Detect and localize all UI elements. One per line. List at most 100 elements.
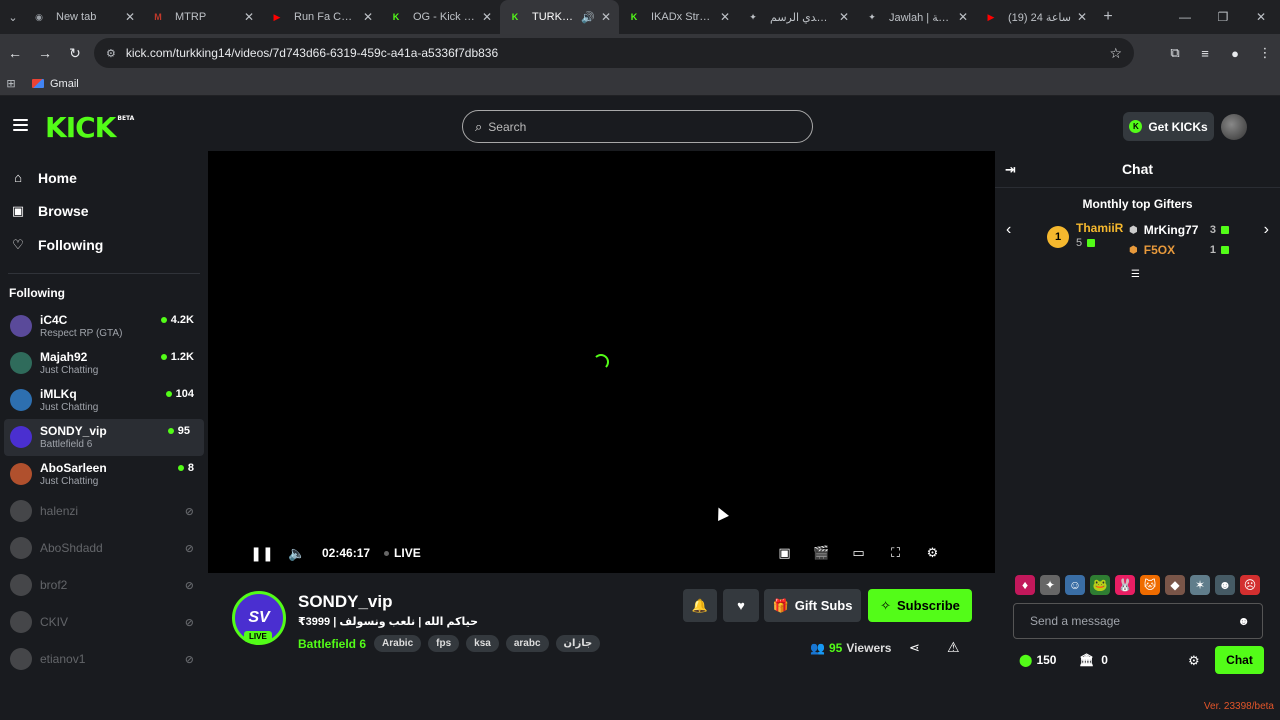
gift-subs-button[interactable]: 🎁 Gift Subs — [764, 589, 861, 622]
tab-close-icon[interactable]: ✕ — [1077, 10, 1087, 24]
mini-player-icon[interactable]: ▣ — [766, 545, 803, 561]
sidebar-nav-home[interactable]: ⌂ Home — [0, 161, 208, 195]
streamer-name[interactable]: SONDY_vip — [298, 592, 392, 612]
tab-close-icon[interactable]: ✕ — [839, 10, 849, 24]
expand-gifters-icon[interactable]: ☰ — [1131, 269, 1140, 280]
offline-channel[interactable]: brof2 ⊘ — [0, 567, 208, 604]
bookmark-gmail[interactable]: Gmail — [32, 78, 79, 90]
chevron-left-icon[interactable]: ‹ — [1006, 221, 1011, 239]
emote-icon[interactable]: 🐸 — [1090, 575, 1110, 595]
get-kicks-button[interactable]: K Get KICKs — [1123, 112, 1214, 141]
live-indicator[interactable]: LIVE — [384, 546, 421, 560]
stream-tag[interactable]: جازان — [555, 635, 601, 652]
followed-channel[interactable]: AboSarleen Just Chatting 8 — [0, 456, 208, 493]
user-avatar[interactable] — [1221, 114, 1247, 140]
followed-channel[interactable]: SONDY_vip Battlefield 6 95 — [4, 418, 204, 456]
bookmark-star-icon[interactable]: ☆ — [1109, 45, 1122, 62]
fullscreen-icon[interactable]: ⛶ — [877, 545, 914, 561]
browser-tab[interactable]: K TURKking 🔊 ✕ — [500, 0, 619, 34]
offline-channel[interactable]: etianov1 ⊘ — [0, 641, 208, 678]
stream-tag[interactable]: fps — [428, 635, 460, 652]
emote-icon[interactable]: ☺ — [1065, 575, 1085, 595]
tab-close-icon[interactable]: ✕ — [244, 10, 254, 24]
emote-icon[interactable]: ♦ — [1015, 575, 1035, 595]
tab-search-icon[interactable]: ⌄ — [2, 6, 24, 28]
chat-settings-icon[interactable]: ⚙ — [1188, 653, 1200, 669]
stream-tag[interactable]: arabc — [505, 635, 549, 652]
stream-tag[interactable]: Arabic — [374, 635, 422, 652]
video-player[interactable]: ❚❚ 🔈 02:46:17 LIVE ▣ 🎬 ▭ ⛶ ⚙ — [208, 151, 995, 573]
pause-icon[interactable]: ❚❚ — [242, 545, 282, 562]
emote-icon[interactable]: 🐰 — [1115, 575, 1135, 595]
forward-icon[interactable]: → — [30, 45, 60, 61]
reload-icon[interactable]: ↻ — [60, 45, 90, 62]
tab-close-icon[interactable]: ✕ — [720, 10, 730, 24]
browser-tab[interactable]: ◉ New tab ✕ — [24, 0, 143, 34]
followed-channel[interactable]: iMLKq Just Chatting 104 — [0, 382, 208, 419]
stream-category[interactable]: Battlefield 6 — [298, 637, 366, 651]
share-icon[interactable]: ⋖ — [909, 640, 920, 656]
browser-tab[interactable]: M MTRP ✕ — [143, 0, 262, 34]
channel-points[interactable]: ⬤ 150 — [1019, 653, 1056, 667]
menu-hamburger-icon[interactable] — [13, 119, 28, 131]
second-gifter[interactable]: ⬢ MrKing77 3 — [1129, 223, 1229, 237]
emote-icon[interactable]: 🐱 — [1140, 575, 1160, 595]
maximize-icon[interactable]: ❐ — [1204, 0, 1242, 34]
inventory[interactable]: 🏛 0 — [1079, 653, 1108, 667]
notification-bell-button[interactable]: 🔔 — [683, 589, 717, 622]
emoji-picker-icon[interactable]: ☻ — [1237, 614, 1250, 628]
new-tab-button[interactable]: + — [1095, 8, 1121, 26]
tab-close-icon[interactable]: ✕ — [482, 10, 492, 24]
collapse-chat-icon[interactable]: ⇥ — [1005, 162, 1016, 178]
tab-close-icon[interactable]: ✕ — [125, 10, 135, 24]
followed-channel[interactable]: iC4C Respect RP (GTA) 4.2K — [0, 308, 208, 345]
settings-gear-icon[interactable]: ⚙ — [914, 545, 951, 561]
sidebar-nav-browse[interactable]: ▣ Browse — [0, 195, 208, 229]
chat-message-input[interactable]: Send a message ☻ — [1013, 603, 1263, 639]
volume-icon[interactable]: 🔈 — [282, 545, 312, 562]
search-input[interactable]: ⌕ Search — [462, 110, 813, 143]
browser-tab[interactable]: ▶ Run Fa Cover ✕ — [262, 0, 381, 34]
report-icon[interactable]: ⚠ — [947, 639, 960, 656]
menu-icon[interactable]: ⋮ — [1250, 45, 1280, 61]
offline-channel[interactable]: CKIV ⊘ — [0, 604, 208, 641]
tab-close-icon[interactable]: ✕ — [958, 10, 968, 24]
browser-tab[interactable]: ▶ (19) 24 ساعة ✕ — [976, 0, 1095, 34]
close-window-icon[interactable]: ✕ — [1242, 0, 1280, 34]
browser-tab[interactable]: K IKADx Stream ✕ — [619, 0, 738, 34]
emote-icon[interactable]: ✶ — [1190, 575, 1210, 595]
profile-icon[interactable]: ● — [1220, 46, 1250, 61]
browser-tab[interactable]: ✦ Jawlah | جولة ✕ — [857, 0, 976, 34]
followed-channel[interactable]: Majah92 Just Chatting 1.2K — [0, 345, 208, 382]
kick-logo[interactable]: KICK BETA — [45, 111, 134, 144]
browser-tab[interactable]: K OG - Kick Da ✕ — [381, 0, 500, 34]
tab-close-icon[interactable]: ✕ — [363, 10, 373, 24]
offline-channel[interactable]: halenzi ⊘ — [0, 493, 208, 530]
tab-close-icon[interactable]: ✕ — [601, 10, 611, 24]
sidebar-nav-following[interactable]: ♡ Following — [0, 228, 208, 262]
browser-tab[interactable]: ✦ تحدي الرسم - ✕ — [738, 0, 857, 34]
follow-button[interactable]: ♥ — [723, 589, 759, 622]
top-gifter[interactable]: 1 ThamiiR 5 — [1047, 221, 1123, 251]
site-info-icon[interactable]: ⚙ — [106, 47, 116, 60]
subscribe-button[interactable]: ✧ Subscribe — [868, 589, 972, 622]
theater-mode-icon[interactable]: ▭ — [840, 545, 877, 561]
chevron-right-icon[interactable]: › — [1264, 221, 1269, 239]
apps-icon[interactable]: ⊞ — [0, 77, 22, 90]
extensions-icon[interactable]: ⧉ — [1160, 45, 1190, 61]
back-icon[interactable]: ← — [0, 45, 30, 61]
media-icon[interactable]: ≡ — [1190, 46, 1220, 61]
send-chat-button[interactable]: Chat — [1215, 646, 1264, 674]
address-bar[interactable]: ⚙ kick.com/turkking14/videos/7d743d66-63… — [94, 38, 1134, 68]
viewers-icon: 👥 — [810, 641, 825, 655]
stream-tag[interactable]: ksa — [466, 635, 499, 652]
minimize-icon[interactable]: — — [1166, 0, 1204, 34]
tab-audio-icon[interactable]: 🔊 — [581, 11, 595, 24]
emote-icon[interactable]: ✦ — [1040, 575, 1060, 595]
offline-channel[interactable]: AboShdadd ⊘ — [0, 530, 208, 567]
clip-icon[interactable]: 🎬 — [803, 545, 840, 561]
emote-icon[interactable]: ☹ — [1240, 575, 1260, 595]
third-gifter[interactable]: ⬢ F5OX 1 — [1129, 243, 1229, 257]
emote-icon[interactable]: ☻ — [1215, 575, 1235, 595]
emote-icon[interactable]: ◆ — [1165, 575, 1185, 595]
